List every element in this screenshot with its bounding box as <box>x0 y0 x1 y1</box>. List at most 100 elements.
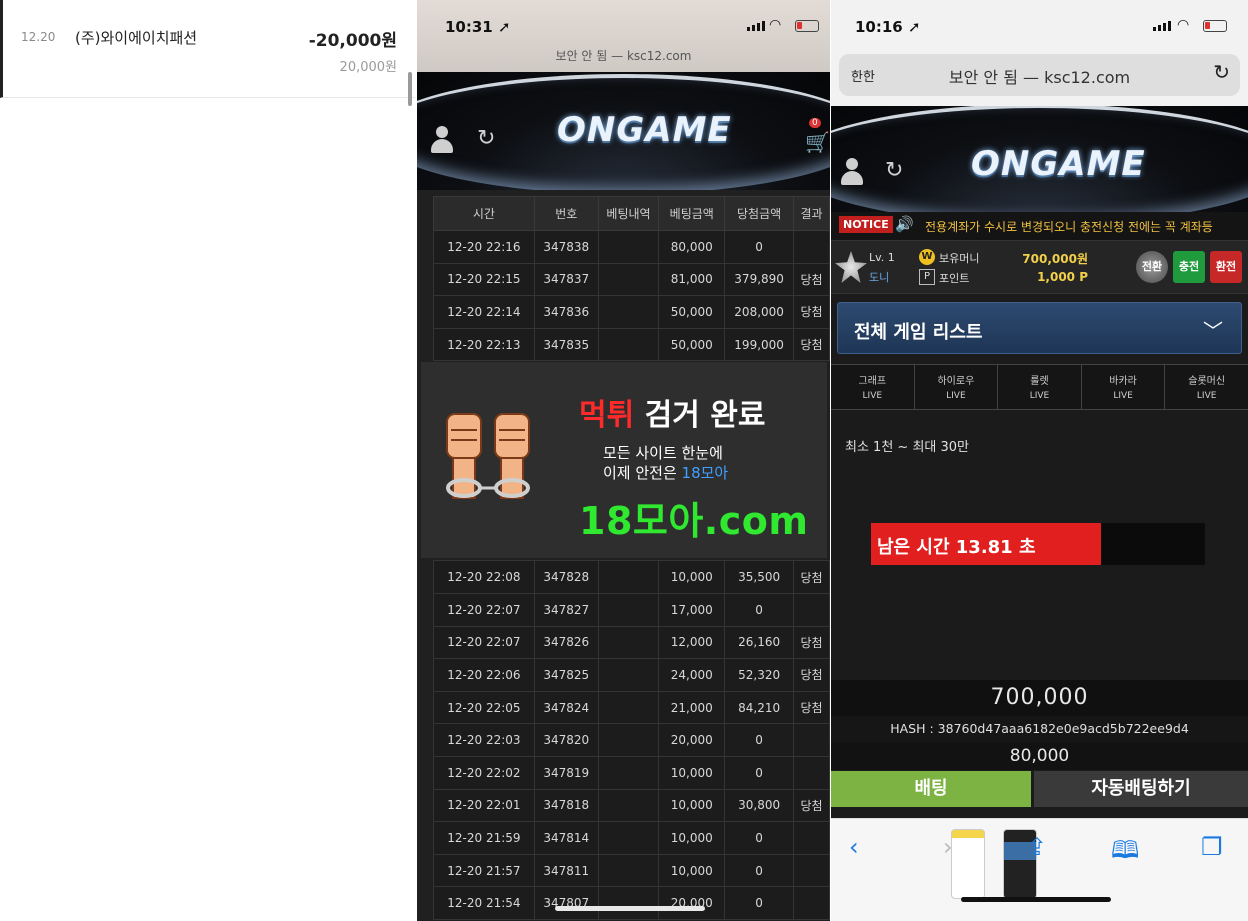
tab-label: 룰렛 <box>1030 376 1049 387</box>
battery-icon <box>1203 20 1227 32</box>
countdown-timer-text: 남은 시간 13.81 초 <box>877 537 1036 558</box>
transaction-balance: 20,000원 <box>339 60 397 75</box>
table-row[interactable]: 12-20 22:07 347827 17,000 0 <box>433 592 830 627</box>
site-logo[interactable]: ONGAME <box>971 144 1146 184</box>
status-time: 10:31 ➚ <box>445 18 511 36</box>
cell-bet-detail <box>597 690 660 725</box>
ad-headline-red: 먹튀 <box>579 398 635 433</box>
cell-bet-amount: 20,000 <box>658 886 726 920</box>
scrollbar-thumb[interactable] <box>408 72 412 106</box>
cell-win-amount: 26,160 <box>724 625 795 660</box>
cell-result: 당첨 <box>793 625 830 660</box>
cell-number: 347825 <box>533 658 599 692</box>
table-row[interactable]: 12-20 22:16 347838 80,000 0 <box>433 230 830 264</box>
page-url[interactable]: 보안 안 됨 — ksc12.com <box>839 64 1240 88</box>
tab-roulette[interactable]: 룰렛 LIVE <box>998 365 1082 409</box>
table-row[interactable]: 12-20 22:08 347828 10,000 35,500 당첨 <box>433 560 830 594</box>
convert-button[interactable]: 전환 <box>1136 251 1168 283</box>
signal-icon <box>747 21 765 31</box>
game-hash: HASH : 38760d47aaa6182e0e9acd5b722ee9d4 <box>831 716 1248 742</box>
table-row[interactable]: 12-20 22:02 347819 10,000 0 <box>433 755 830 790</box>
user-icon[interactable] <box>839 158 865 186</box>
cell-bet-amount: 50,000 <box>658 295 726 329</box>
table-row[interactable]: 12-20 22:05 347824 21,000 84,210 당첨 <box>433 690 830 725</box>
point-p-icon: P <box>919 269 935 285</box>
app-switcher-thumbnail-bank[interactable] <box>951 829 985 899</box>
cell-bet-amount: 10,000 <box>658 853 726 888</box>
back-icon[interactable]: ‹ <box>849 833 859 861</box>
cell-time: 12-20 21:54 <box>433 886 535 920</box>
safari-toolbar: ‹ › ⇪ 🕮 ❐ <box>831 818 1248 921</box>
handcuffed-fists-icon <box>446 413 530 499</box>
game-screen-panel: 10:16 ➚ ◠ 한한 보안 안 됨 — ksc12.com ↻ ONGAME… <box>831 0 1248 921</box>
cell-bet-amount: 17,000 <box>658 592 726 627</box>
page-url[interactable]: 보안 안 됨 — ksc12.com <box>417 47 830 64</box>
site-logo[interactable]: ONGAME <box>557 110 732 150</box>
game-list-dropdown[interactable]: 전체 게임 리스트 ﹀ <box>837 302 1242 354</box>
status-bar: 10:31 ➚ ◠ 보안 안 됨 — ksc12.com <box>417 0 830 72</box>
cell-number: 347826 <box>533 625 599 660</box>
cell-time: 12-20 22:15 <box>433 262 535 297</box>
tab-sublabel: LIVE <box>1113 391 1133 401</box>
auto-bet-button[interactable]: 자동배팅하기 <box>1034 771 1248 807</box>
cell-win-amount: 0 <box>724 755 795 790</box>
transaction-row[interactable]: 12.20 (주)와이에이치패션 -20,000원 20,000원 <box>0 0 415 98</box>
user-icon[interactable] <box>429 126 455 154</box>
bet-limit-text: 최소 1천 ~ 최대 30만 <box>845 440 969 455</box>
address-bar[interactable]: 한한 보안 안 됨 — ksc12.com ↻ <box>839 54 1240 96</box>
home-indicator[interactable] <box>555 906 705 911</box>
cell-result <box>793 755 830 790</box>
tab-sublabel: LIVE <box>1196 391 1217 401</box>
table-row[interactable]: 12-20 21:57 347811 10,000 0 <box>433 853 830 888</box>
refresh-icon[interactable]: ↻ <box>477 126 495 151</box>
col-header-win-amount: 당첨금액 <box>724 196 795 231</box>
bookmarks-icon[interactable]: 🕮 <box>1111 833 1139 874</box>
tab-slot[interactable]: 슬롯머신 LIVE <box>1165 365 1248 409</box>
table-row[interactable]: 12-20 22:15 347837 81,000 379,890 당첨 <box>433 262 830 297</box>
cart-icon[interactable]: 🛒 <box>805 130 830 154</box>
tabs-icon[interactable]: ❐ <box>1201 833 1223 861</box>
bet-button[interactable]: 배팅 <box>831 771 1031 807</box>
reload-icon[interactable]: ↻ <box>1213 60 1230 84</box>
home-indicator[interactable] <box>961 897 1111 902</box>
cell-result <box>793 723 830 757</box>
table-header-row: 시간 번호 베팅내역 베팅금액 당첨금액 결과 <box>433 196 830 231</box>
cell-bet-amount: 12,000 <box>658 625 726 660</box>
table-row[interactable]: 12-20 22:13 347835 50,000 199,000 당첨 <box>433 327 830 362</box>
share-icon[interactable]: ⇪ <box>1027 833 1047 861</box>
tab-baccarat[interactable]: 바카라 LIVE <box>1081 365 1166 409</box>
table-row[interactable]: 12-20 22:14 347836 50,000 208,000 당첨 <box>433 295 830 329</box>
cell-time: 12-20 22:16 <box>433 230 535 264</box>
refresh-icon[interactable]: ↻ <box>885 158 903 183</box>
ad-subtitle-2-brand: 18모아 <box>681 464 729 482</box>
table-row[interactable]: 12-20 21:59 347814 10,000 0 <box>433 821 830 855</box>
cell-bet-detail <box>597 625 660 660</box>
tab-graph[interactable]: 그래프 LIVE <box>831 365 915 409</box>
table-row[interactable]: 12-20 22:01 347818 10,000 30,800 당첨 <box>433 788 830 823</box>
cell-time: 12-20 22:07 <box>433 625 535 660</box>
cell-number: 347835 <box>533 327 599 362</box>
cell-bet-amount: 10,000 <box>658 821 726 855</box>
cell-bet-amount: 81,000 <box>658 262 726 297</box>
ad-domain[interactable]: 18모아.com <box>579 490 808 545</box>
bank-statement-panel: 12.20 (주)와이에이치패션 -20,000원 20,000원 <box>0 0 415 921</box>
table-row[interactable]: 12-20 22:07 347826 12,000 26,160 당첨 <box>433 625 830 660</box>
point-label: 포인트 <box>939 272 970 285</box>
transaction-amount: -20,000원 <box>308 31 397 51</box>
cell-result: 당첨 <box>793 788 830 823</box>
charge-button[interactable]: 충전 <box>1173 251 1205 283</box>
ad-headline: 먹튀 검거 완료 <box>579 390 766 434</box>
point-value: 1,000 P <box>1037 270 1088 284</box>
tab-label: 슬롯머신 <box>1188 376 1226 387</box>
table-row[interactable]: 12-20 21:54 347807 20,000 0 <box>433 886 830 920</box>
exchange-button[interactable]: 환전 <box>1210 251 1242 283</box>
tab-hilo[interactable]: 하이로우 LIVE <box>914 365 999 409</box>
table-row[interactable]: 12-20 22:06 347825 24,000 52,320 당첨 <box>433 658 830 692</box>
table-row[interactable]: 12-20 22:03 347820 20,000 0 <box>433 723 830 757</box>
notice-text: 전용계좌가 수시로 변경되오니 충전신청 전에는 꼭 계좌등 <box>925 220 1213 234</box>
tab-label: 그래프 <box>858 376 887 387</box>
cell-bet-detail <box>597 295 660 329</box>
bet-history-body: 12-20 22:16 347838 80,000 0 12-20 22:15 34783… <box>433 230 830 920</box>
watermark-ad[interactable]: 먹튀 검거 완료 모든 사이트 한눈에 이제 안전은 18모아 18모아.com <box>421 362 827 558</box>
bet-amount-display[interactable]: 80,000 <box>831 742 1248 770</box>
